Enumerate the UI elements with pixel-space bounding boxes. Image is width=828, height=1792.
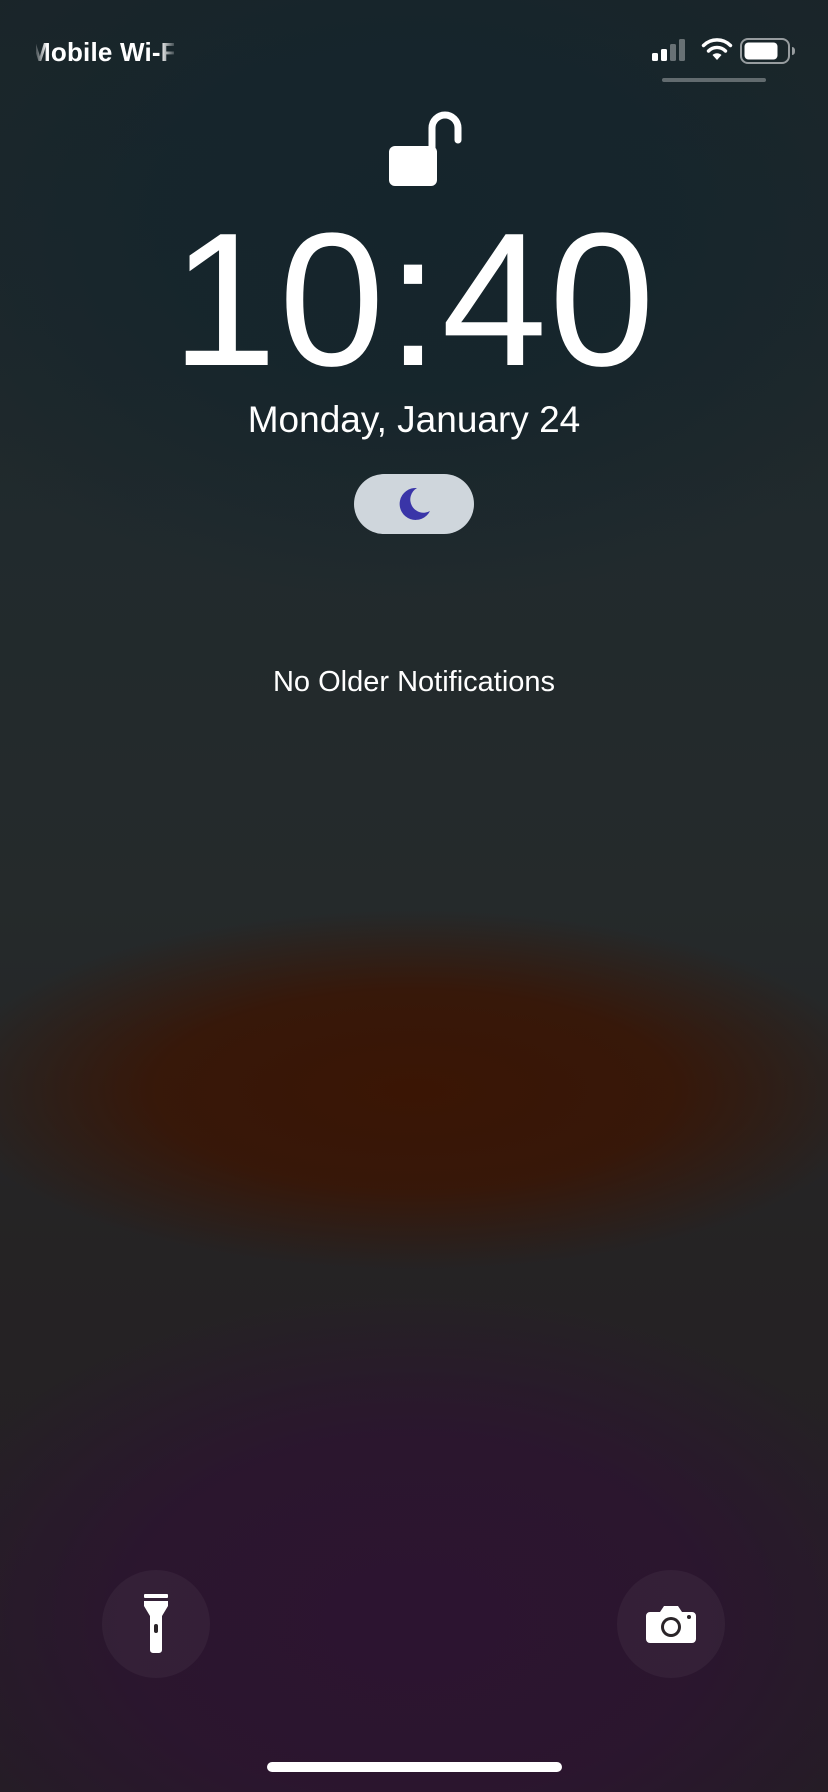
cellular-signal-icon: [652, 39, 685, 61]
home-indicator[interactable]: [267, 1762, 562, 1772]
no-older-notifications-label: No Older Notifications: [272, 666, 556, 698]
lock-screen-clock: 10:40: [171, 194, 657, 406]
camera-icon: [646, 1606, 696, 1643]
carrier-name: Mobile Wi-Fi: [36, 36, 174, 68]
lock-screen-date: Monday, January 24: [247, 399, 581, 440]
battery-icon: [740, 38, 795, 64]
camera-button[interactable]: [617, 1570, 725, 1678]
carrier-label: Mobile Wi-Fi: [36, 37, 174, 67]
lock-screen[interactable]: Mobile Wi-Fi 10:40 Monday, January 24: [0, 0, 828, 1792]
unlocked-padlock-icon: [389, 111, 462, 186]
wifi-icon: [701, 38, 733, 60]
flashlight-icon: [144, 1594, 168, 1653]
control-center-indicator[interactable]: [662, 78, 766, 82]
flashlight-button[interactable]: [102, 1570, 210, 1678]
focus-mode-indicator[interactable]: [354, 474, 474, 534]
moon-icon: [399, 487, 430, 520]
